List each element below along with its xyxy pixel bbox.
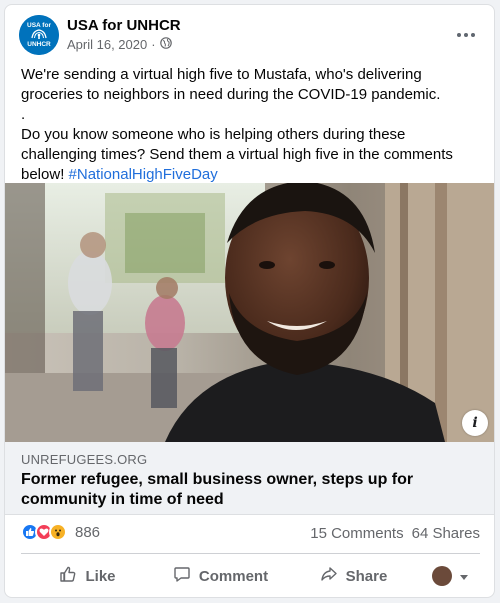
post-date[interactable]: April 16, 2020 bbox=[67, 37, 147, 52]
info-icon[interactable]: i bbox=[462, 410, 488, 436]
post-meta: April 16, 2020 · bbox=[67, 37, 172, 52]
ellipsis-icon bbox=[456, 33, 477, 37]
reaction-count[interactable]: 886 bbox=[75, 524, 100, 541]
page-avatar[interactable]: USA for UNHCR bbox=[19, 15, 59, 55]
post-as-selector[interactable] bbox=[420, 558, 480, 594]
actions-divider bbox=[21, 553, 480, 554]
hashtag-link[interactable]: #NationalHighFiveDay bbox=[69, 166, 218, 183]
post-text-paragraph-2: Do you know someone who is helping other… bbox=[21, 125, 481, 185]
comment-bubble-icon bbox=[173, 565, 191, 587]
link-preview[interactable]: UNREFUGEES.ORG Former refugee, small bus… bbox=[5, 442, 494, 515]
action-bar: Like Comment Share bbox=[21, 557, 480, 595]
reactions-left[interactable]: 886 bbox=[21, 523, 100, 541]
post-card: USA for UNHCR USA for UNHCR April 16, 20… bbox=[4, 4, 495, 598]
engagement-counts: 15 Comments 64 Shares bbox=[310, 525, 480, 542]
more-options-button[interactable] bbox=[450, 19, 482, 51]
post-body: We're sending a virtual high five to Mus… bbox=[21, 65, 481, 185]
link-title[interactable]: Former refugee, small business owner, st… bbox=[21, 470, 481, 510]
avatar-text-top: USA for bbox=[27, 22, 51, 29]
page-name-link[interactable]: USA for UNHCR bbox=[67, 17, 181, 34]
share-label: Share bbox=[345, 567, 388, 585]
post-text-paragraph-1: We're sending a virtual high five to Mus… bbox=[21, 66, 441, 103]
avatar-text-bottom: UNHCR bbox=[27, 41, 51, 48]
comment-label: Comment bbox=[198, 567, 269, 585]
comment-button[interactable]: Comment bbox=[154, 558, 287, 594]
meta-separator: · bbox=[151, 37, 156, 52]
like-button[interactable]: Like bbox=[21, 558, 154, 594]
viewer-avatar bbox=[432, 566, 452, 586]
share-button[interactable]: Share bbox=[287, 558, 420, 594]
reactions-summary: 886 15 Comments 64 Shares bbox=[21, 523, 480, 545]
link-preview-image[interactable]: i bbox=[5, 183, 494, 442]
like-label: Like bbox=[85, 567, 116, 585]
post-header: USA for UNHCR USA for UNHCR April 16, 20… bbox=[5, 5, 494, 63]
globe-icon[interactable] bbox=[159, 37, 172, 52]
link-domain: UNREFUGEES.ORG bbox=[21, 452, 148, 467]
share-arrow-icon bbox=[320, 565, 338, 587]
caret-down-icon bbox=[460, 568, 468, 585]
post-text-dot: . bbox=[21, 106, 26, 123]
shares-count[interactable]: 64 Shares bbox=[412, 525, 480, 542]
thumbs-up-icon bbox=[59, 565, 77, 587]
comments-count[interactable]: 15 Comments bbox=[310, 525, 403, 542]
wow-icon bbox=[49, 523, 67, 541]
